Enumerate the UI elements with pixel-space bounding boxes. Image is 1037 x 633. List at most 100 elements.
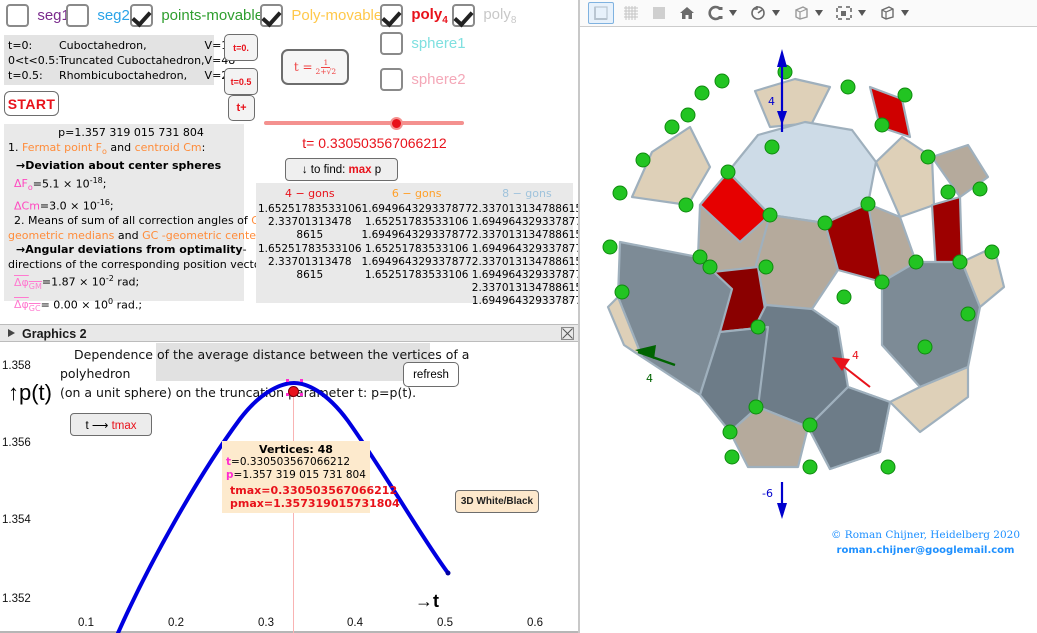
three-d-white-black-label: 3D White/Black [460,496,534,507]
find-max-p-label: ↓ to find: max p [302,164,381,176]
gons-cell: 1.694964329337877 [361,229,472,242]
home-icon[interactable] [676,2,700,24]
find-max-word: max [348,163,372,176]
stats-line-2: 2. Means of sum of all correction angles… [8,214,273,229]
table-row: 0<t<0.5: Truncated Cuboctahedron, V=48 [8,53,235,68]
checkbox-seg1[interactable] [6,4,29,27]
chevron-down-icon[interactable] [858,10,866,16]
checkbox-seg2[interactable] [66,4,89,27]
dphi-gm-symbol: ΔφGM [14,275,42,292]
find-prefix: ↓ to find: [301,163,346,176]
find-p-word: p [374,163,382,176]
stats-line1-number: 1. [8,140,19,154]
checkbox-poly4[interactable] [380,4,403,27]
stats-directions-line: directions of the corresponding position… [8,257,275,271]
checkbox-points-movable[interactable] [130,4,153,27]
axes-icon[interactable] [588,2,614,24]
start-button[interactable]: START [4,91,59,116]
tooltip-vertices-label: Vertices: [259,443,314,456]
gons-cell: 1.694964329337877 [361,255,472,268]
checkbox-group-poly8: poly8 [452,4,520,30]
t-slider-track[interactable] [264,121,464,125]
checkbox-group-sphere1: sphere1 [380,32,470,58]
tooltip-t-line: t=0.330503567066212 [226,456,366,469]
dphi-gm-unit: rad; [117,275,140,289]
stats-delta-cm: ΔCm=3.0 × 10-16; [8,196,240,214]
stats-centroid-label: centroid Cm [134,140,202,154]
view-direction-icon[interactable] [790,2,823,24]
rotate-view-icon[interactable] [747,2,780,24]
gons-table-body-row: 1.65251783533106 2.33701313478 8615 1.65… [258,203,580,309]
stats-colon-1: : [201,140,206,154]
gons-cell: 2.33701313478 8615 [268,255,352,282]
checkbox-group-poly-movable: Poly-movable [260,4,386,30]
tooltip-vertices-value: 48 [317,443,333,456]
chevron-down-icon[interactable] [772,10,780,16]
t-slider-knob[interactable] [390,117,403,130]
refresh-button[interactable]: refresh [403,362,459,387]
expand-triangle-icon[interactable] [8,329,15,337]
go-to-tmax-button[interactable]: t ⟶ tmax [70,413,152,436]
graphics3d-pane[interactable]: 4 -6 4 4 © Roman Chijner, Heidelberg 202… [580,0,1037,633]
delta-fo-end: ; [102,177,107,191]
copyright-line1: Roman Chijner, Heidelberg 2020 [844,529,1021,541]
t-equals-0-button[interactable]: t=0. [224,34,258,61]
stats-and-2: and [117,228,139,242]
chevron-down-icon[interactable] [901,10,909,16]
three-d-white-black-button[interactable]: 3D White/Black [455,490,539,513]
algebra-graphics-pane: seg1 seg2 points-movable Poly-movable po… [0,0,580,633]
checkbox-poly8[interactable] [452,4,475,27]
projection-icon[interactable] [876,2,909,24]
chevron-down-icon[interactable] [815,10,823,16]
info-condition: t=0: [8,39,33,52]
gons-header-8: 8 − gons [502,187,552,200]
magnet-icon[interactable] [704,2,737,24]
gons-cell: 1.694964329337877 [471,242,580,255]
checkbox-sphere2[interactable] [380,68,403,91]
axis-label-y: 4 [646,372,653,385]
gons-header-6: 6 − gons [391,187,442,200]
checkbox-sphere1[interactable] [380,32,403,55]
checkbox-label-poly8: poly8 [483,5,517,26]
checkbox-label-poly-movable: Poly-movable [291,7,383,24]
info-name: Cuboctahedron, [58,39,147,52]
angular-heading-text: →Angular deviations from optimality [16,243,243,257]
t-equals-0-label: t=0. [233,42,249,53]
gons-cell: 1.694964329337877 [361,203,472,215]
t-formula-button[interactable]: t = 1 2+√2 [281,49,349,85]
delta-cm-value: =3.0 × 10 [39,199,97,213]
dphi-gm-value: =1.87 × 10 [41,275,106,289]
tooltip-p-label: p [226,469,234,481]
info-name: Truncated Cuboctahedron, [58,54,205,67]
delta-cm-exponent: -16 [96,198,110,208]
close-icon[interactable] [561,327,574,340]
gons-cell: 1.65251783533106 [364,242,469,255]
graphics2-title: Graphics 2 [22,327,87,341]
truncated-cuboctahedron-3d[interactable]: 4 -6 4 4 [580,27,1037,527]
grid-icon[interactable] [620,2,644,24]
maximum-point-marker[interactable] [288,386,299,397]
go-to-tmax-label: t ⟶ tmax [85,418,136,432]
graphics2-header: Graphics 2 [0,324,578,342]
delta-fo-exponent: -18 [89,175,103,185]
graphics3d-toolbar [580,0,1037,27]
table-row: t=0.5: Rhombicuboctahedron, V=24 [8,68,235,83]
t-increment-button[interactable]: t+ [228,95,255,121]
t-increment-label: t+ [236,102,247,114]
stats-geometric-centers-label: -geometric centers [161,228,267,242]
stats-and-1: and [110,140,132,154]
info-condition: t=0.5: [8,69,43,82]
find-max-p-button[interactable]: ↓ to find: max p [285,158,398,181]
checkbox-poly-movable[interactable] [260,4,283,27]
plane-icon[interactable] [648,2,672,24]
gons-cell: 1.65251783533106 [364,216,469,229]
t-equals-0-5-label: t=0.5 [230,76,252,87]
axis-z-negative [777,482,787,519]
clipping-icon[interactable] [833,2,866,24]
start-button-label: START [7,95,56,112]
stats-dphi-gm: ΔφGM=1.87 × 10-2 rad; [8,272,240,294]
chevron-down-icon[interactable] [729,10,737,16]
dphi-gm-subscript: GM [28,282,42,292]
t-equals-0-5-button[interactable]: t=0.5 [224,68,258,95]
max-point-tooltip: Vertices: 48 t=0.330503567066212 p=1.357… [222,441,400,513]
